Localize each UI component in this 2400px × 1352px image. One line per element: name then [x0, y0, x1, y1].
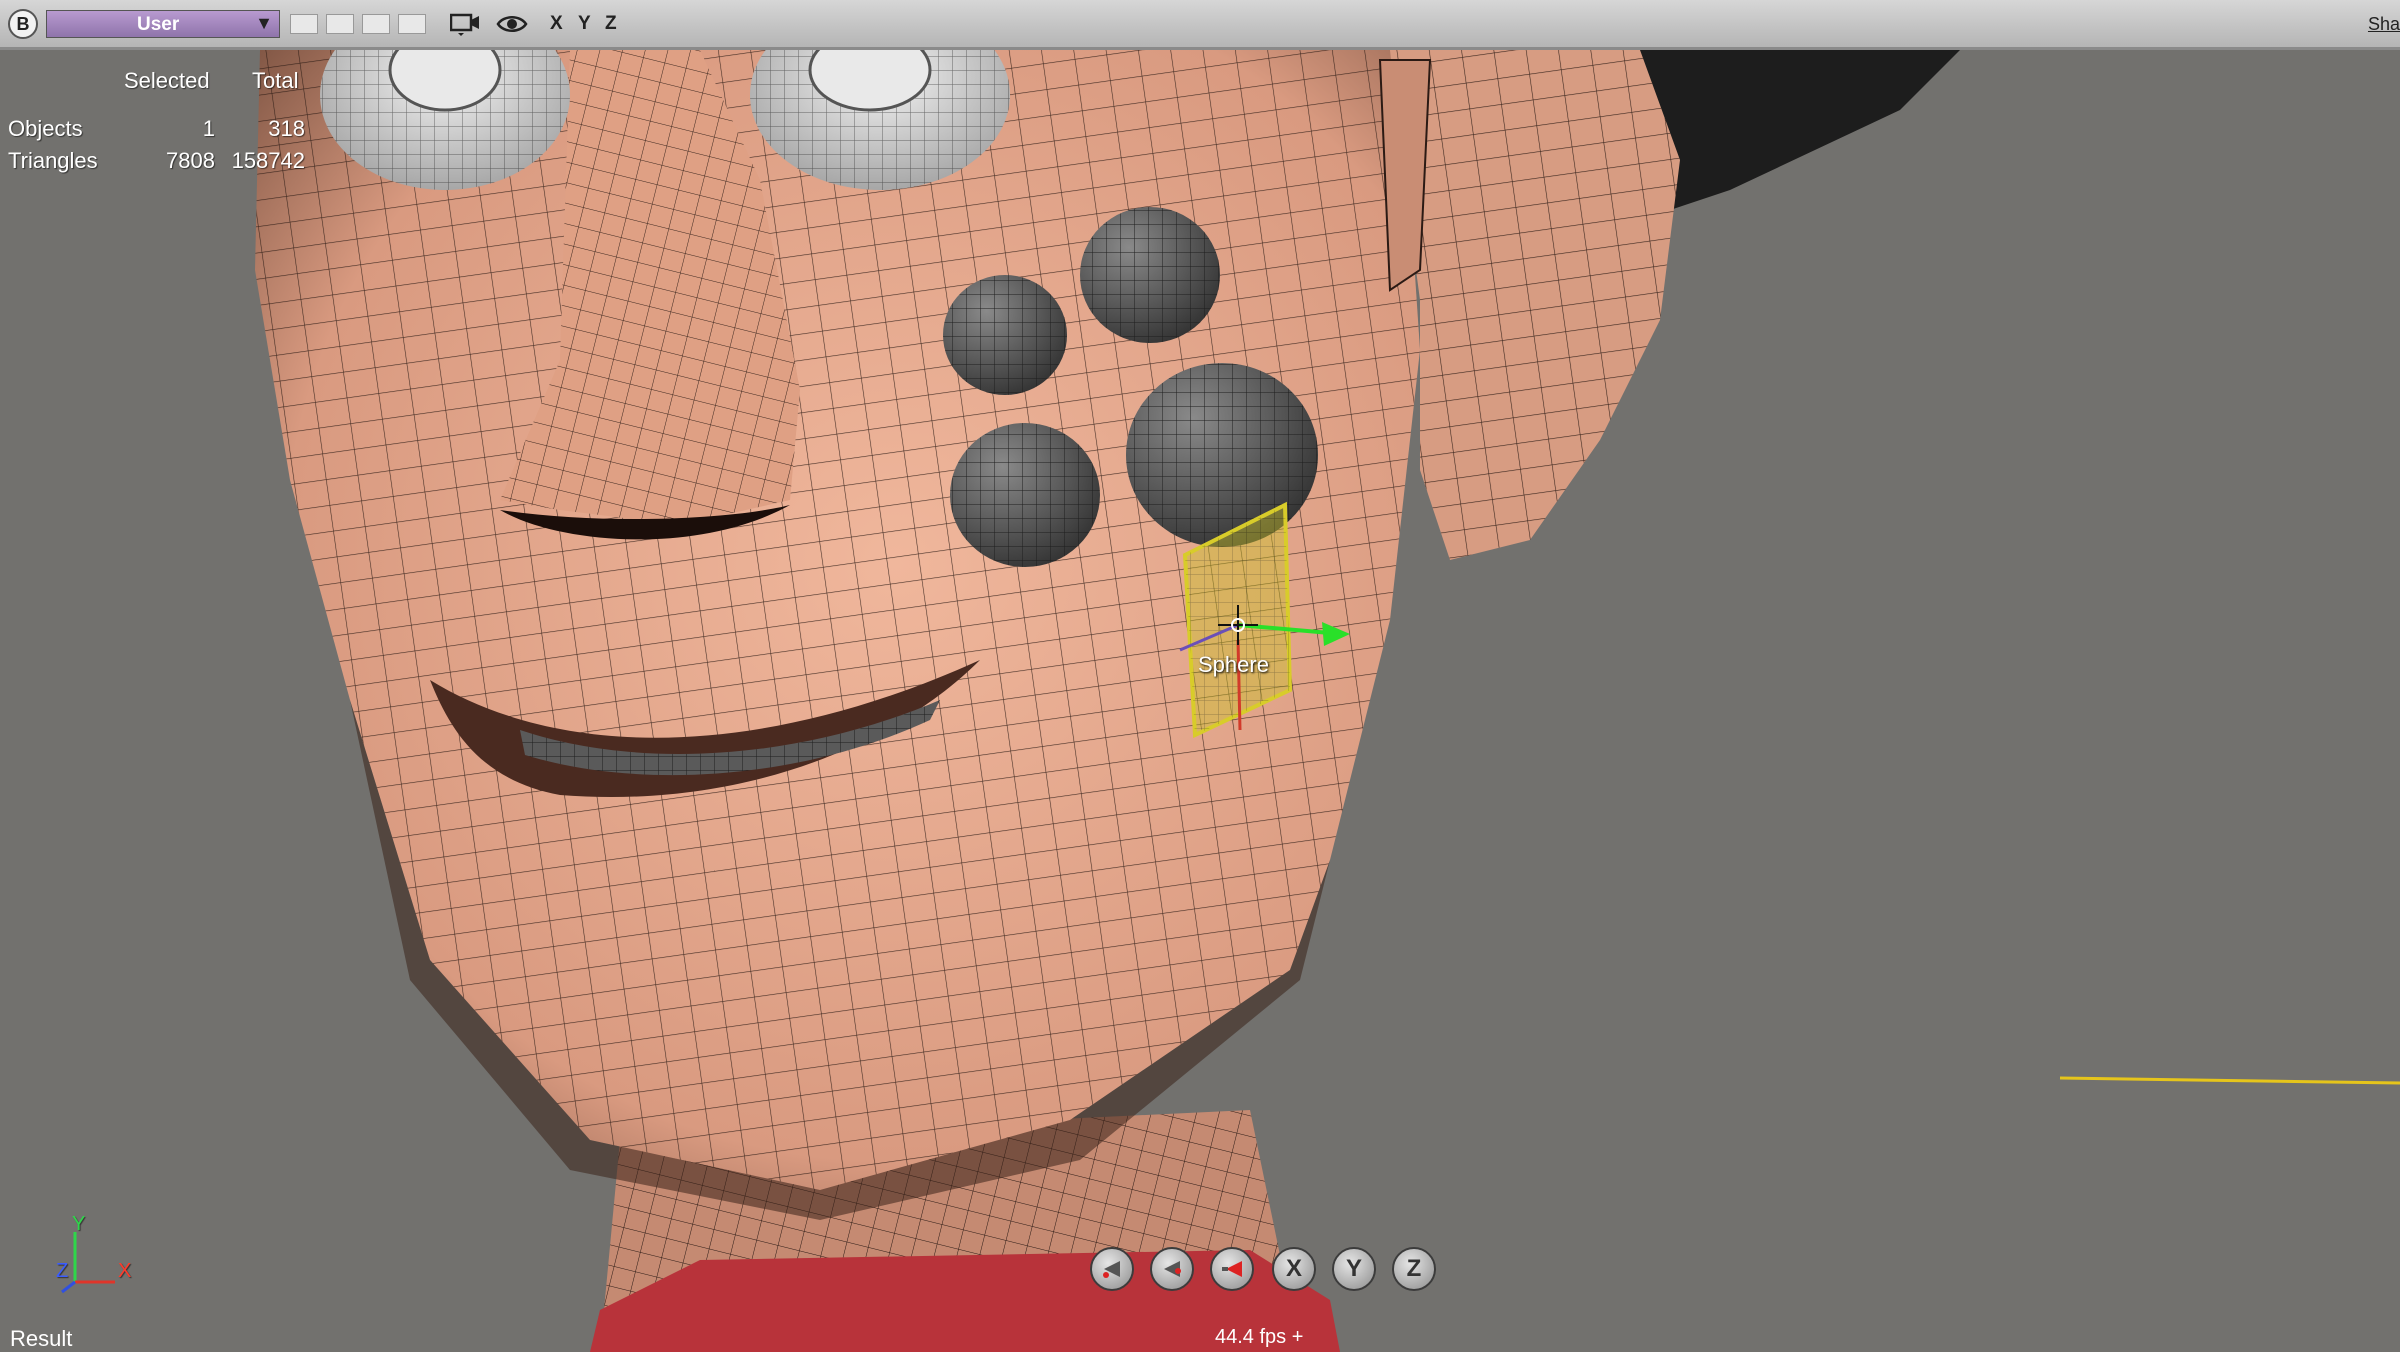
stats-triangles-selected: 7808: [166, 148, 215, 173]
3d-viewport[interactable]: Y Z X Selected Total Objects 1 318 Trian…: [0, 0, 2400, 1352]
stats-objects-total: 318: [268, 116, 305, 141]
pan-button[interactable]: [1150, 1247, 1194, 1291]
toolbar-slot-1[interactable]: [290, 14, 318, 34]
view-y-button[interactable]: Y: [1332, 1247, 1376, 1291]
shading-menu-label[interactable]: Sha: [2368, 14, 2400, 35]
stats-label-objects: Objects: [8, 116, 83, 141]
viewport-toolbar: B User ▼ X Y Z Sha: [0, 0, 2400, 50]
orbit-icon: [1103, 1261, 1120, 1278]
view-x-button[interactable]: X: [1272, 1247, 1316, 1291]
orbit-button[interactable]: [1090, 1247, 1134, 1291]
axis-x-label: X: [118, 1260, 132, 1282]
toolbar-axis-y[interactable]: Y: [578, 13, 591, 35]
toolbar-axis-x[interactable]: X: [550, 13, 563, 35]
result-label: Result: [10, 1326, 73, 1351]
zoom-button[interactable]: [1210, 1247, 1254, 1291]
eye-icon[interactable]: [496, 13, 528, 35]
view-z-button[interactable]: Z: [1392, 1247, 1436, 1291]
zoom-icon: [1222, 1261, 1242, 1277]
toolbar-slot-3[interactable]: [362, 14, 390, 34]
axis-y-label: Y: [72, 1213, 86, 1235]
stats-triangles-total: 158742: [231, 148, 305, 173]
pan-icon: [1164, 1261, 1181, 1277]
selected-object-label: Sphere: [1198, 652, 1269, 677]
toolbar-slot-4[interactable]: [398, 14, 426, 34]
toolbar-axis-z[interactable]: Z: [605, 13, 617, 35]
stats-label-triangles: Triangles: [8, 148, 98, 173]
fps-counter: 44.4 fps +: [1215, 1326, 1304, 1348]
axis-z-label: Z: [56, 1260, 69, 1282]
view-mode-value: User: [137, 14, 180, 35]
view-mode-dropdown[interactable]: User ▼: [46, 10, 280, 38]
dropdown-arrow-icon: ▼: [255, 13, 273, 33]
stats-header-selected: Selected: [124, 68, 210, 93]
camera-icon[interactable]: [450, 12, 480, 36]
toolbar-slot-2[interactable]: [326, 14, 354, 34]
stats-objects-selected: 1: [202, 116, 215, 141]
stats-header-total: Total: [252, 68, 299, 93]
app-logo-button[interactable]: B: [8, 9, 38, 39]
